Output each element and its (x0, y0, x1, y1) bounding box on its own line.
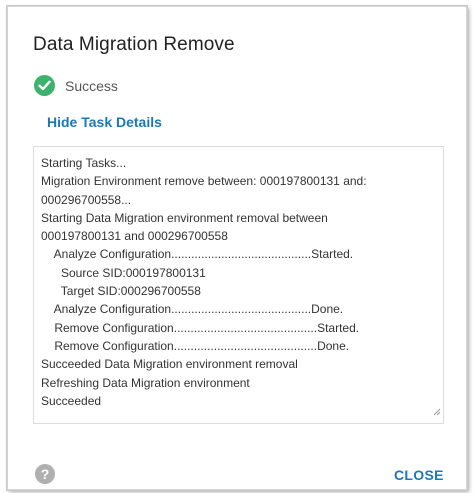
dialog-title: Data Migration Remove (33, 34, 235, 55)
close-button[interactable]: CLOSE (394, 467, 444, 483)
hide-task-details-link[interactable]: Hide Task Details (47, 114, 162, 130)
task-log-textarea[interactable]: Starting Tasks... Migration Environment r… (33, 146, 444, 424)
log-line: Migration Environment remove between: 00… (41, 174, 367, 189)
log-line: Refreshing Data Migration environment (41, 375, 250, 390)
log-line: Analyze Configuration...................… (41, 247, 354, 262)
log-line: Analyze Configuration...................… (41, 302, 344, 317)
log-line: Starting Tasks... (41, 156, 127, 170)
resize-handle-icon[interactable] (433, 403, 441, 421)
log-line: Succeeded (41, 393, 102, 408)
log-line: Succeeded Data Migration environment rem… (41, 357, 298, 372)
log-line: 000197800131 and 000296700558 (41, 229, 228, 244)
status-row: Success (34, 75, 118, 96)
log-line: Starting Data Migration environment remo… (41, 210, 328, 225)
log-line: Source SID:000197800131 (41, 265, 206, 280)
log-line: Target SID:000296700558 (41, 284, 201, 299)
log-line: 000296700558... (41, 192, 132, 207)
log-line: Remove Configuration....................… (41, 338, 350, 353)
check-circle-icon (34, 75, 55, 96)
log-line: Remove Configuration....................… (41, 320, 360, 335)
help-icon[interactable]: ? (35, 464, 55, 484)
status-text: Success (65, 77, 118, 94)
task-log-lines: Starting Tasks... Migration Environment r… (41, 154, 443, 410)
